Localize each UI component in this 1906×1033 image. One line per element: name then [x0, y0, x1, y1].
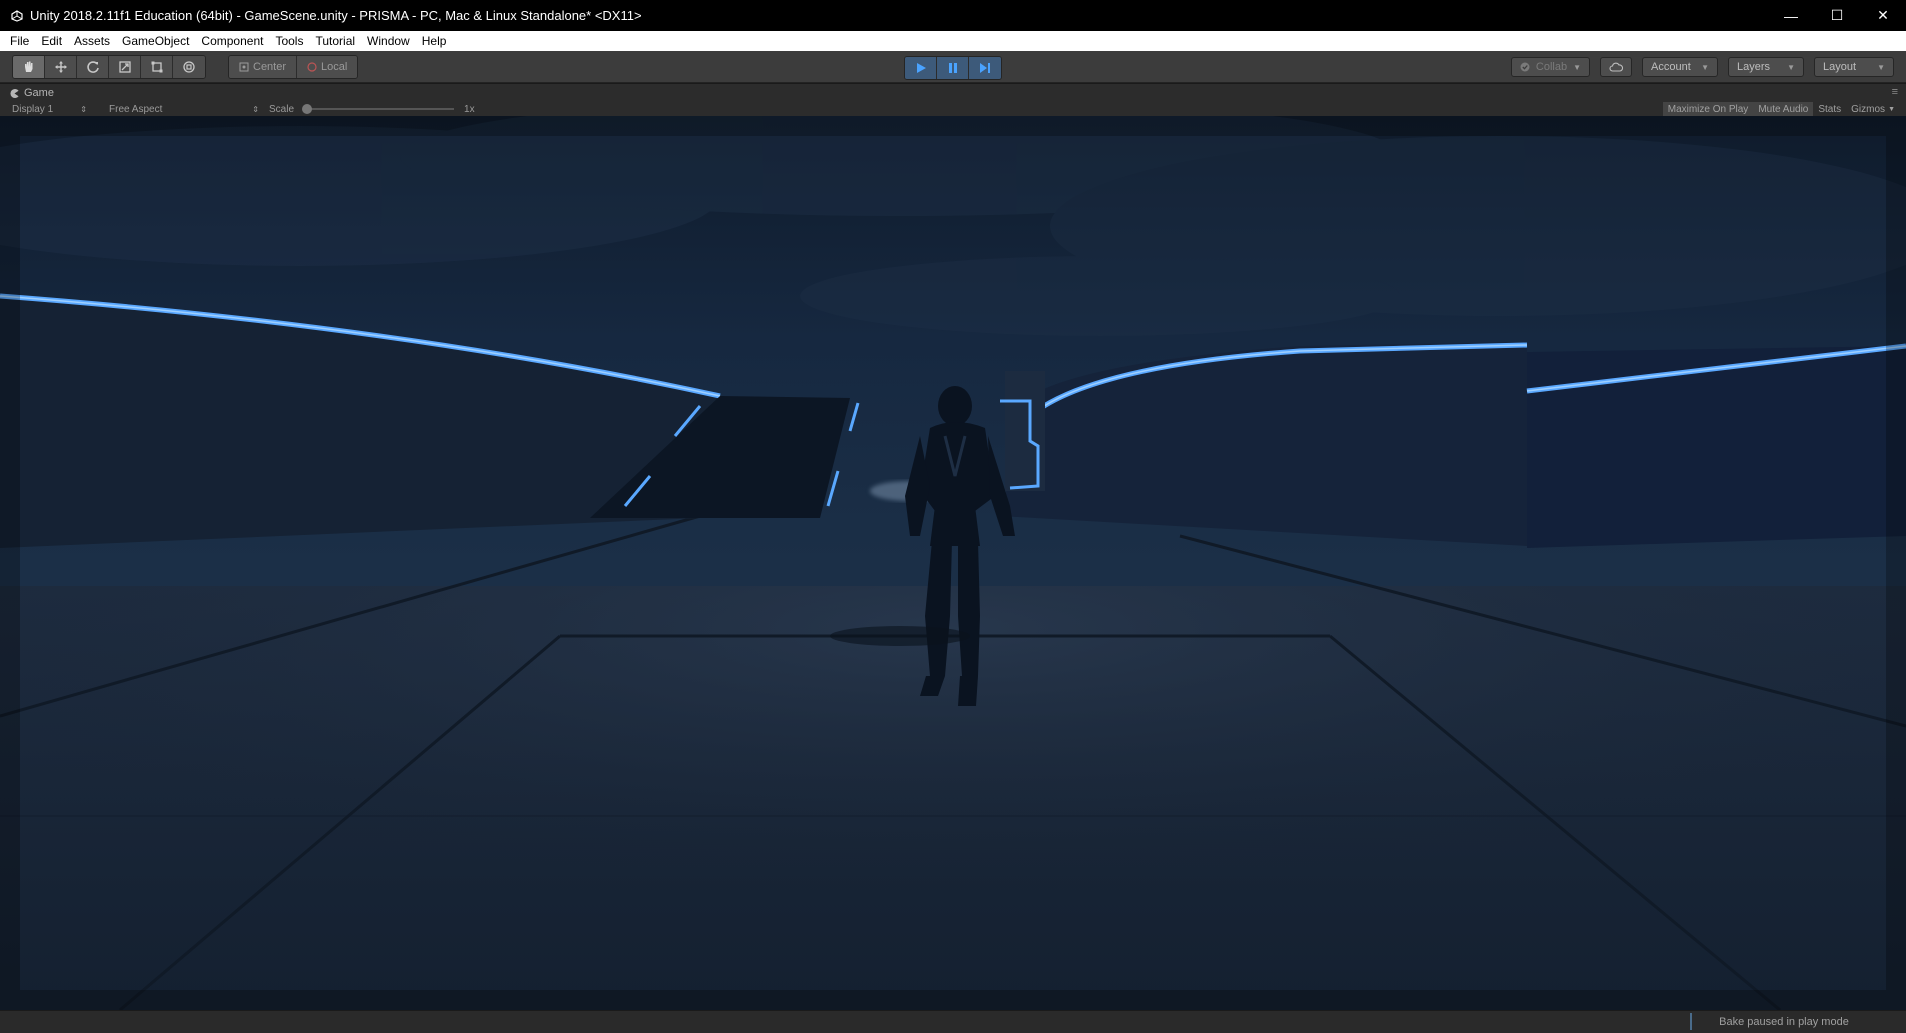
step-icon [980, 63, 990, 73]
menu-file[interactable]: File [4, 31, 35, 51]
layers-label: Layers [1737, 61, 1771, 73]
game-window-tabstrip: Game ≡ [0, 84, 1906, 102]
scale-label: Scale [269, 103, 295, 115]
pivot-center-icon [239, 62, 249, 71]
maximize-button[interactable]: ☐ [1814, 0, 1860, 31]
scale-tool-button[interactable] [109, 55, 141, 78]
bake-status-indicator[interactable]: Bake paused in play mode [1690, 1013, 1876, 1030]
transform-tool-button[interactable] [173, 55, 205, 78]
game-view-toolbar: Display 1 ⇕ Free Aspect ⇕ Scale 1x Maxim… [0, 102, 1906, 116]
game-pacman-icon [10, 88, 19, 98]
scale-control: Scale 1x [269, 104, 475, 115]
gizmos-label: Gizmos [1851, 103, 1886, 115]
menu-window[interactable]: Window [361, 31, 416, 51]
layout-dropdown[interactable]: Layout ▼ [1814, 57, 1894, 77]
gizmos-dropdown[interactable]: Gizmos ▼ [1846, 102, 1900, 116]
bake-status-text: Bake paused in play mode [1719, 1015, 1849, 1028]
move-tool-button[interactable] [45, 55, 77, 78]
stats-toggle[interactable]: Stats [1813, 102, 1846, 116]
account-label: Account [1651, 61, 1691, 73]
layout-label: Layout [1823, 61, 1857, 73]
move-arrows-icon [54, 60, 67, 73]
menu-edit[interactable]: Edit [35, 31, 68, 51]
hand-tool-button[interactable] [13, 55, 45, 78]
play-controls [904, 56, 1002, 80]
right-far-wall [1527, 346, 1906, 548]
chevron-down-icon: ▼ [1888, 105, 1895, 113]
panel-options-icon[interactable]: ≡ [1892, 86, 1898, 98]
menu-tools[interactable]: Tools [269, 31, 309, 51]
updown-arrows-icon: ⇕ [80, 104, 87, 114]
menu-assets[interactable]: Assets [68, 31, 116, 51]
chevron-down-icon: ▼ [1701, 62, 1709, 72]
step-button[interactable] [969, 57, 1001, 79]
chevron-down-icon: ▼ [1877, 62, 1885, 72]
play-icon [916, 63, 926, 73]
tab-game[interactable]: Game [0, 84, 64, 102]
collab-label: Collab [1535, 61, 1568, 73]
game-scene-render [0, 116, 1906, 1010]
collab-check-icon [1520, 62, 1530, 72]
aspect-label: Free Aspect [109, 103, 163, 115]
display-label: Display 1 [12, 103, 54, 115]
transform-tool-group [12, 54, 206, 79]
tab-game-label: Game [24, 87, 54, 99]
cloud-icon [1609, 62, 1623, 72]
window-title: Unity 2018.2.11f1 Education (64bit) - Ga… [30, 8, 642, 23]
rotate-tool-button[interactable] [77, 55, 109, 78]
cloud-services-button[interactable] [1600, 57, 1632, 77]
menu-bar: File Edit Assets GameObject Component To… [0, 31, 1906, 51]
pause-button[interactable] [937, 57, 969, 79]
maximize-on-play-toggle[interactable]: Maximize On Play [1662, 102, 1754, 116]
rect-tool-button[interactable] [141, 55, 173, 78]
close-button[interactable]: ✕ [1860, 0, 1906, 31]
display-dropdown[interactable]: Display 1 ⇕ [12, 104, 87, 115]
menu-gameobject[interactable]: GameObject [116, 31, 195, 51]
main-toolbar: Center Local Collab ▼ Account ▼ Layers ▼… [0, 51, 1906, 83]
chevron-down-icon: ▼ [1573, 62, 1581, 72]
pivot-center-label: Center [253, 60, 287, 73]
account-dropdown[interactable]: Account ▼ [1642, 57, 1718, 77]
status-bar: Bake paused in play mode [0, 1010, 1906, 1033]
rotate-icon [86, 60, 99, 73]
game-viewport[interactable] [0, 116, 1906, 1010]
unity-logo-icon [10, 9, 24, 23]
scale-slider[interactable] [302, 104, 455, 114]
minimize-button[interactable]: — [1768, 0, 1814, 31]
rect-transform-icon [151, 61, 162, 72]
pivot-local-button[interactable]: Local [296, 55, 358, 78]
scale-value: 1x [464, 103, 475, 115]
layers-dropdown[interactable]: Layers ▼ [1728, 57, 1804, 77]
menu-component[interactable]: Component [195, 31, 269, 51]
pause-icon [948, 63, 957, 73]
hand-icon [24, 61, 32, 72]
chevron-down-icon: ▼ [1787, 62, 1795, 72]
play-button[interactable] [905, 57, 937, 79]
pivot-toggle-group: Center Local [228, 54, 359, 79]
scale-icon [118, 60, 131, 73]
collab-dropdown[interactable]: Collab ▼ [1510, 57, 1590, 77]
pivot-center-button[interactable]: Center [229, 55, 297, 78]
mute-audio-toggle[interactable]: Mute Audio [1753, 102, 1814, 116]
pivot-local-label: Local [321, 60, 348, 73]
menu-tutorial[interactable]: Tutorial [309, 31, 361, 51]
transform-combo-icon [183, 60, 195, 73]
scale-slider-knob[interactable] [302, 104, 313, 114]
local-rotation-icon [307, 61, 317, 72]
aspect-dropdown[interactable]: Free Aspect ⇕ [109, 104, 259, 115]
toolbar-right-group: Collab ▼ Account ▼ Layers ▼ Layout ▼ [1510, 57, 1894, 77]
updown-arrows-icon: ⇕ [252, 104, 259, 114]
window-title-bar: Unity 2018.2.11f1 Education (64bit) - Ga… [0, 0, 1906, 31]
menu-help[interactable]: Help [416, 31, 453, 51]
